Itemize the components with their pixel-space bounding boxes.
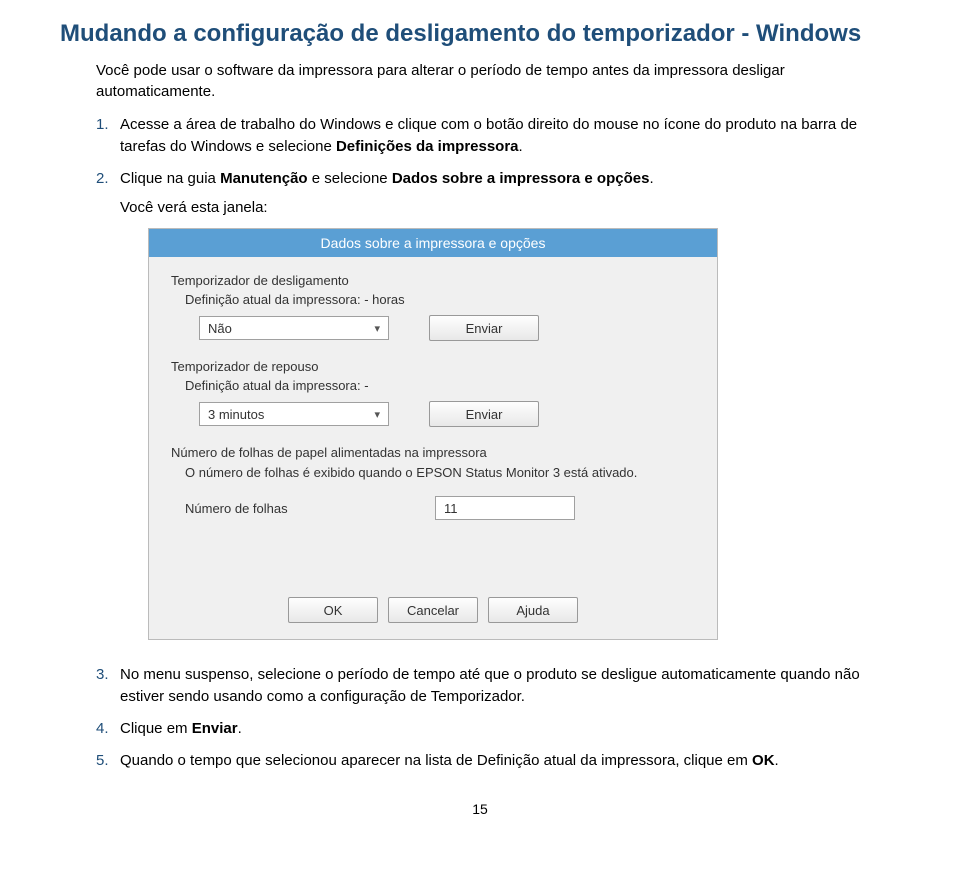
step-after: . <box>775 752 779 769</box>
dialog-footer: OK Cancelar Ajuda <box>149 587 717 639</box>
step-bold: Definições da impressora <box>336 138 519 155</box>
step-text: Clique em <box>120 720 192 737</box>
step-number: 3. <box>96 664 109 686</box>
sleep-timer-label: Temporizador de repouso <box>171 359 695 374</box>
step-bold: Enviar <box>192 720 238 737</box>
sheets-field-label: Número de folhas <box>185 501 435 516</box>
step-text: No menu suspenso, selecione o período de… <box>120 666 860 705</box>
sheets-value-field: 11 <box>435 496 575 520</box>
step-number: 2. <box>96 168 109 190</box>
step-mid: e selecione <box>308 170 392 187</box>
step-2-sub: Você verá esta janela: <box>120 199 900 216</box>
cancel-button[interactable]: Cancelar <box>388 597 478 623</box>
step-bold: Manutenção <box>220 170 308 187</box>
step-number: 4. <box>96 718 109 740</box>
dialog-screenshot: Dados sobre a impressora e opções Tempor… <box>148 228 900 640</box>
intro-text: Você pode usar o software da impressora … <box>96 60 900 102</box>
chevron-down-icon: ▾ <box>374 408 380 421</box>
shutoff-select-value: Não <box>208 321 232 336</box>
step-5: 5. Quando o tempo que selecionou aparece… <box>96 750 900 772</box>
ok-button[interactable]: OK <box>288 597 378 623</box>
dialog-title-bar: Dados sobre a impressora e opções <box>149 229 717 257</box>
shutoff-current-def: Definição atual da impressora: - horas <box>185 292 695 307</box>
sleep-select[interactable]: 3 minutos ▾ <box>199 402 389 426</box>
steps-list-cont: 3. No menu suspenso, selecione o período… <box>96 664 900 771</box>
step-bold: OK <box>752 752 775 769</box>
shutoff-send-button[interactable]: Enviar <box>429 315 539 341</box>
steps-list: 1. Acesse a área de trabalho do Windows … <box>96 114 900 189</box>
step-bold2: Dados sobre a impressora e opções <box>392 170 650 187</box>
help-button[interactable]: Ajuda <box>488 597 578 623</box>
shutoff-row: Não ▾ Enviar <box>199 315 695 341</box>
chevron-down-icon: ▾ <box>374 322 380 335</box>
step-3: 3. No menu suspenso, selecione o período… <box>96 664 900 708</box>
sleep-row: 3 minutos ▾ Enviar <box>199 401 695 427</box>
sheets-section-label: Número de folhas de papel alimentadas na… <box>171 445 695 460</box>
shutoff-select[interactable]: Não ▾ <box>199 316 389 340</box>
step-number: 1. <box>96 114 109 136</box>
step-1: 1. Acesse a área de trabalho do Windows … <box>96 114 900 158</box>
sheets-row: Número de folhas 11 <box>185 496 695 520</box>
sleep-select-value: 3 minutos <box>208 407 264 422</box>
page-number: 15 <box>60 801 900 817</box>
step-text: Clique na guia <box>120 170 220 187</box>
sleep-current-def: Definição atual da impressora: - <box>185 378 695 393</box>
shutoff-timer-label: Temporizador de desligamento <box>171 273 695 288</box>
step-after: . <box>238 720 242 737</box>
sheets-info-text: O número de folhas é exibido quando o EP… <box>185 464 695 482</box>
page-title: Mudando a configuração de desligamento d… <box>60 20 900 48</box>
step-after: . <box>519 138 523 155</box>
sleep-send-button[interactable]: Enviar <box>429 401 539 427</box>
step-after: . <box>649 170 653 187</box>
dialog-window: Dados sobre a impressora e opções Tempor… <box>148 228 718 640</box>
step-2: 2. Clique na guia Manutenção e selecione… <box>96 168 900 190</box>
step-4: 4. Clique em Enviar. <box>96 718 900 740</box>
dialog-body: Temporizador de desligamento Definição a… <box>149 257 717 587</box>
step-number: 5. <box>96 750 109 772</box>
step-text: Quando o tempo que selecionou aparecer n… <box>120 752 752 769</box>
